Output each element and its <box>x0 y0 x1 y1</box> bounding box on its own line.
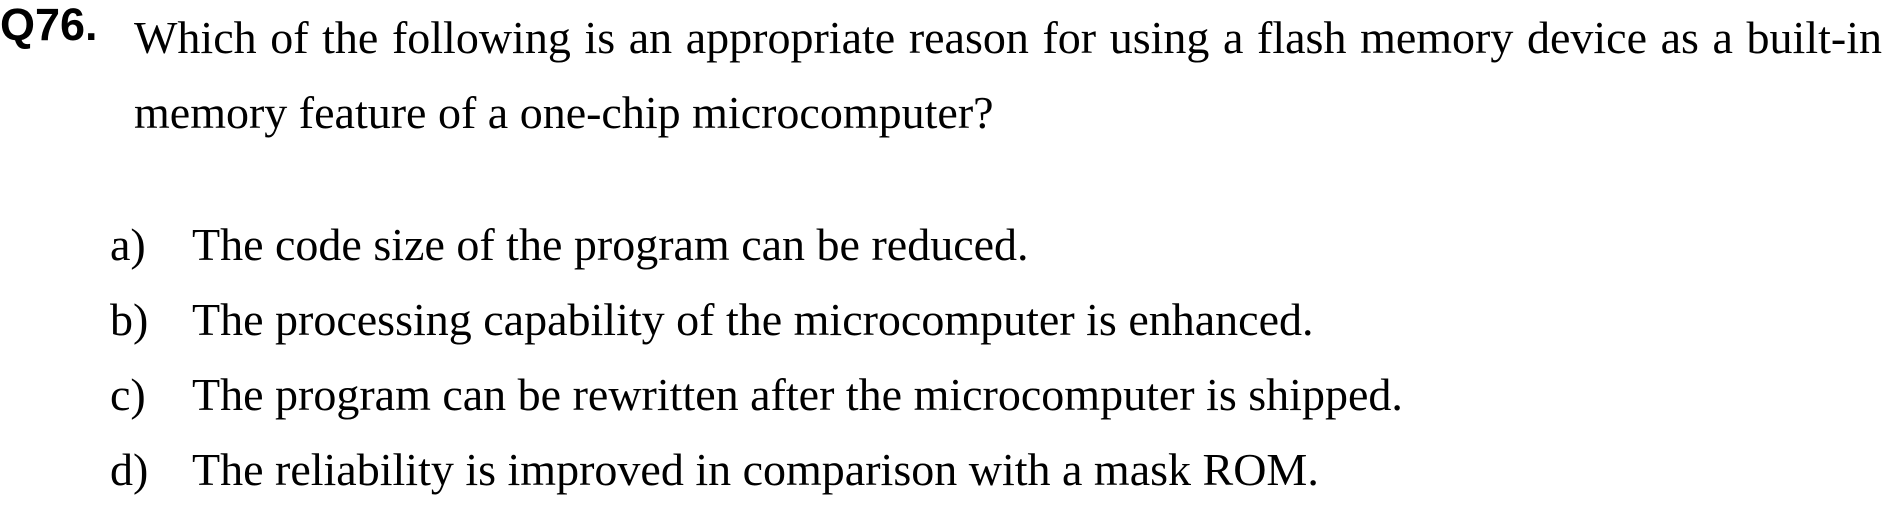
option-letter: c) <box>110 369 146 420</box>
option-b: b) The processing capability of the micr… <box>0 285 1888 355</box>
option-letter: b) <box>110 294 149 345</box>
question-text: Which of the following is an appropriate… <box>134 12 1882 138</box>
option-a: a) The code size of the program can be r… <box>0 210 1888 280</box>
option-d: d) The reliability is improved in compar… <box>0 435 1888 505</box>
option-c: c) The program can be rewritten after th… <box>0 360 1888 430</box>
option-text: The reliability is improved in compariso… <box>192 444 1319 495</box>
option-text: The program can be rewritten after the m… <box>192 369 1403 420</box>
option-text: The processing capability of the microco… <box>192 294 1314 345</box>
option-letter: d) <box>110 444 149 495</box>
option-letter: a) <box>110 219 146 270</box>
question-number: Q76. <box>0 0 98 50</box>
option-text: The code size of the program can be redu… <box>192 219 1029 270</box>
